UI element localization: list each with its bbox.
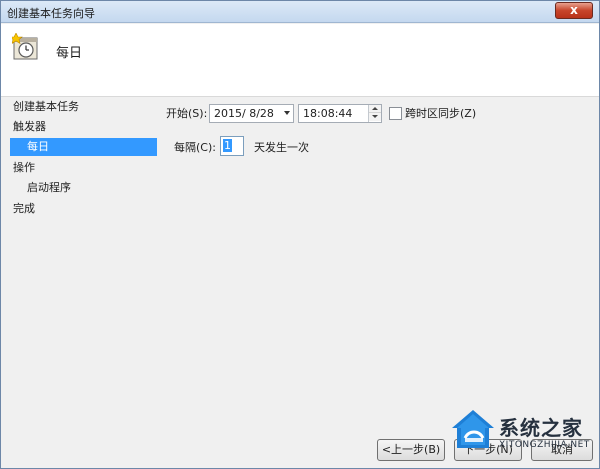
watermark: 系统之家 XITONGZHIJIA.NET xyxy=(447,406,599,468)
title-bar: 创建基本任务向导 x xyxy=(1,1,599,23)
start-time-value: 18:08:44 xyxy=(303,107,353,120)
start-date-value: 2015/ 8/28 xyxy=(214,107,274,120)
start-label: 开始(S): xyxy=(166,107,208,120)
page-title: 每日 xyxy=(56,46,83,61)
chevron-down-icon[interactable] xyxy=(284,111,290,115)
watermark-brand: 系统之家 xyxy=(499,416,583,440)
sidebar-item-finish[interactable]: 完成 xyxy=(13,200,35,218)
sidebar-item-create-basic-task[interactable]: 创建基本任务 xyxy=(13,98,79,116)
wizard-window: 创建基本任务向导 x 每日 创建基本任务 触发器 每日 操作 启动程序 完成 开… xyxy=(0,0,600,469)
close-button[interactable]: x xyxy=(555,2,593,19)
wizard-header: 每日 xyxy=(1,24,599,97)
start-time-field[interactable]: 18:08:44 xyxy=(298,104,382,123)
sidebar-item-trigger[interactable]: 触发器 xyxy=(13,118,46,136)
house-logo-icon xyxy=(452,410,494,448)
window-title: 创建基本任务向导 xyxy=(7,7,95,20)
sidebar-item-action[interactable]: 操作 xyxy=(13,159,35,177)
sync-timezone-checkbox[interactable] xyxy=(389,107,402,120)
spin-down-icon[interactable] xyxy=(369,113,381,121)
sidebar-item-start-program[interactable]: 启动程序 xyxy=(27,179,71,197)
wizard-steps-nav: 创建基本任务 触发器 每日 操作 启动程序 完成 xyxy=(1,98,158,438)
back-button[interactable]: <上一步(B) xyxy=(377,439,445,461)
watermark-url: XITONGZHIJIA.NET xyxy=(499,440,590,450)
sidebar-item-daily[interactable]: 每日 xyxy=(10,138,157,156)
scheduled-task-clock-icon xyxy=(12,33,38,60)
time-spinner xyxy=(368,105,381,122)
recur-days-input[interactable]: 1 xyxy=(220,136,244,156)
spin-up-icon[interactable] xyxy=(369,105,381,113)
recur-suffix: 天发生一次 xyxy=(254,141,309,154)
sync-timezone-label[interactable]: 跨时区同步(Z) xyxy=(405,106,476,122)
recur-days-value: 1 xyxy=(223,139,232,152)
start-date-picker[interactable]: 2015/ 8/28 xyxy=(209,104,294,123)
recur-label: 每隔(C): xyxy=(174,141,216,154)
